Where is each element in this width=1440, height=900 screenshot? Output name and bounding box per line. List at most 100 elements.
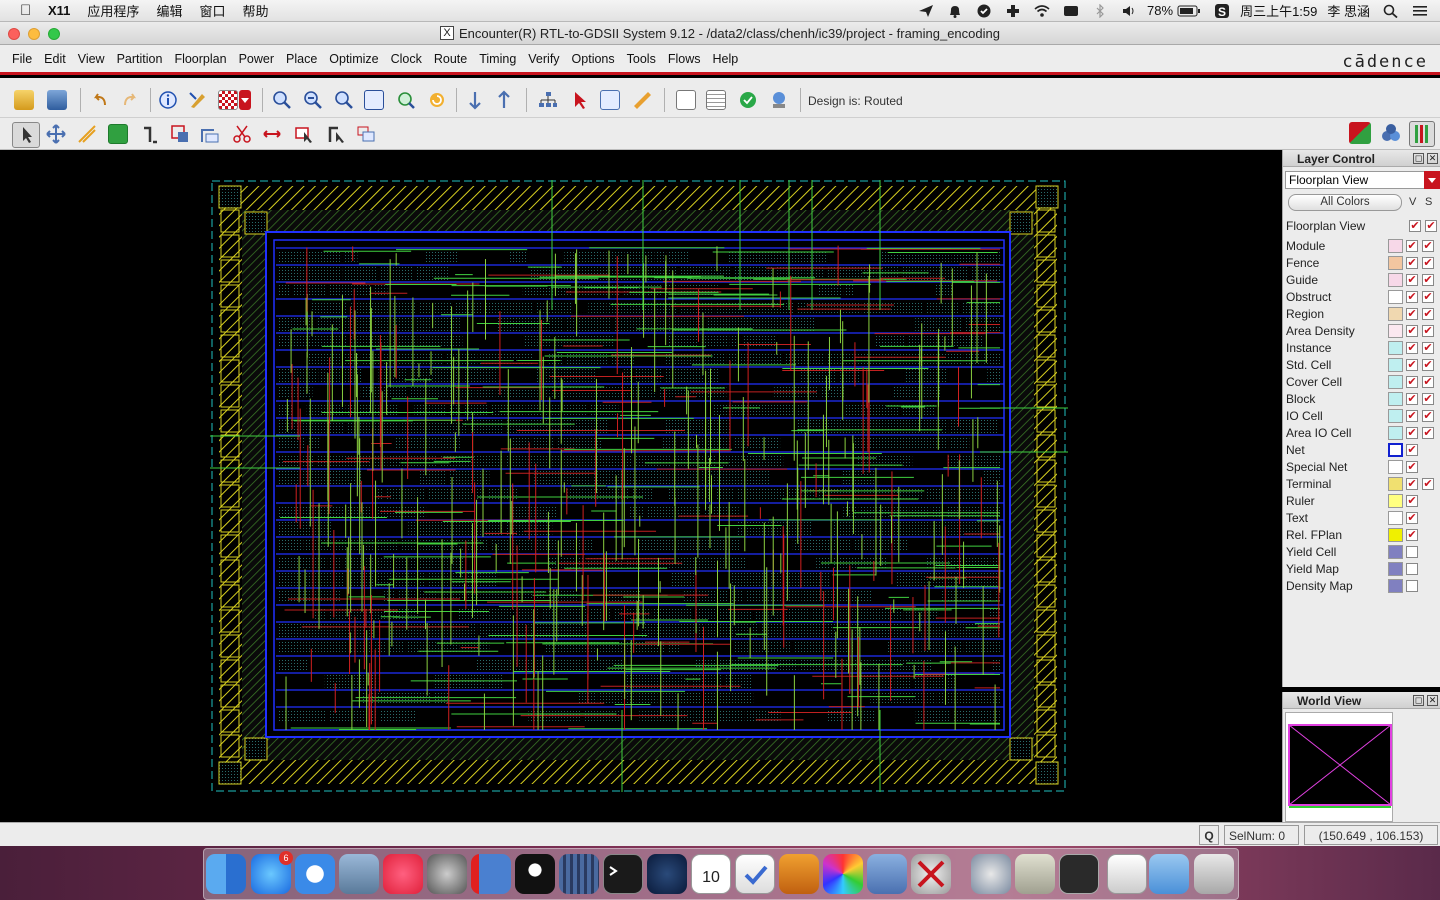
layer-color-swatch[interactable]: [1388, 562, 1403, 576]
floorplan-view-icon[interactable]: [1349, 122, 1371, 144]
clipboard-icon[interactable]: [676, 90, 696, 110]
layer-color-swatch[interactable]: [1388, 511, 1403, 525]
menu-partition[interactable]: Partition: [117, 52, 163, 66]
split-icon[interactable]: [262, 124, 282, 144]
system-preferences-icon[interactable]: [427, 854, 467, 894]
layer-group-visible-checkbox[interactable]: ✔: [1409, 220, 1421, 232]
layer-row[interactable]: Net ✔: [1286, 442, 1438, 459]
layer-color-swatch[interactable]: [1388, 528, 1403, 542]
resize-icon[interactable]: [200, 124, 220, 144]
pen-select-icon[interactable]: [188, 90, 208, 110]
layer-visible-checkbox[interactable]: ✔: [1406, 478, 1418, 490]
wifi-icon[interactable]: [1034, 4, 1050, 18]
notification-center-icon[interactable]: [1412, 4, 1428, 18]
layer-row[interactable]: Cover Cell ✔ ✔: [1286, 374, 1438, 391]
window-close-button[interactable]: [8, 28, 20, 40]
color-pattern-icon[interactable]: [218, 90, 238, 110]
layer-row[interactable]: Density Map: [1286, 578, 1438, 595]
menu-verify[interactable]: Verify: [528, 52, 559, 66]
layer-row[interactable]: Instance ✔ ✔: [1286, 340, 1438, 357]
layer-visible-checkbox[interactable]: ✔: [1406, 410, 1418, 422]
layer-row[interactable]: Std. Cell ✔ ✔: [1286, 357, 1438, 374]
screen-recorder-icon[interactable]: [1059, 854, 1099, 894]
layer-row[interactable]: Obstruct ✔ ✔: [1286, 289, 1438, 306]
layer-visible-checkbox[interactable]: ✔: [1406, 427, 1418, 439]
layer-color-swatch[interactable]: [1388, 443, 1403, 457]
layer-color-swatch[interactable]: [1388, 324, 1403, 338]
finder-icon[interactable]: [206, 854, 246, 894]
menu-clock[interactable]: Clock: [391, 52, 422, 66]
layer-selectable-checkbox[interactable]: ✔: [1422, 478, 1434, 490]
check-circle-icon[interactable]: [976, 4, 992, 18]
zoom-previous-icon[interactable]: [396, 90, 416, 110]
layer-visible-checkbox[interactable]: ✔: [1406, 512, 1418, 524]
menu-view[interactable]: View: [78, 52, 105, 66]
layer-visible-checkbox[interactable]: ✔: [1406, 257, 1418, 269]
layer-visible-checkbox[interactable]: ✔: [1406, 376, 1418, 388]
spotlight-search-icon[interactable]: [1383, 4, 1399, 18]
archive-icon[interactable]: [1015, 854, 1055, 894]
volume-icon[interactable]: [1121, 4, 1137, 18]
qq-icon[interactable]: [515, 854, 555, 894]
x11-icon[interactable]: [911, 854, 951, 894]
pin-editor-icon[interactable]: [108, 124, 128, 144]
layer-color-swatch[interactable]: [1388, 239, 1403, 253]
calendar-icon[interactable]: 10: [691, 854, 731, 894]
layer-color-swatch[interactable]: [1388, 392, 1403, 406]
layer-selectable-checkbox[interactable]: ✔: [1422, 376, 1434, 388]
layer-selectable-checkbox[interactable]: ✔: [1422, 291, 1434, 303]
stretch-icon[interactable]: [140, 124, 160, 144]
layer-visible-checkbox[interactable]: ✔: [1406, 444, 1418, 456]
layer-row[interactable]: Fence ✔ ✔: [1286, 255, 1438, 272]
close-icon[interactable]: ✕: [1427, 153, 1438, 164]
trash-icon[interactable]: [1194, 854, 1234, 894]
undock-icon[interactable]: ◻: [1413, 695, 1424, 706]
app-store-icon[interactable]: 6: [251, 851, 293, 894]
menubar-item-window[interactable]: 窗口: [199, 1, 225, 20]
close-icon[interactable]: ✕: [1427, 695, 1438, 706]
layer-visible-checkbox[interactable]: [1406, 580, 1418, 592]
menu-help[interactable]: Help: [712, 52, 738, 66]
ruler-icon[interactable]: [632, 90, 652, 110]
menu-timing[interactable]: Timing: [479, 52, 516, 66]
window-zoom-button[interactable]: [48, 28, 60, 40]
wire-select-icon[interactable]: [326, 124, 346, 144]
layer-group-selectable-checkbox[interactable]: ✔: [1425, 220, 1437, 232]
hierarchy-up-icon[interactable]: [494, 90, 514, 110]
world-view-canvas[interactable]: [1285, 712, 1393, 822]
library-icon[interactable]: [559, 854, 599, 894]
window-minimize-button[interactable]: [28, 28, 40, 40]
layer-visible-checkbox[interactable]: ✔: [1406, 495, 1418, 507]
layer-visible-checkbox[interactable]: ✔: [1406, 325, 1418, 337]
sogou-input-icon[interactable]: S: [1214, 3, 1230, 19]
fit-view-icon[interactable]: [364, 90, 384, 110]
downloads-folder-icon[interactable]: [1149, 854, 1189, 894]
move-icon[interactable]: [46, 124, 66, 144]
layer-selectable-checkbox[interactable]: ✔: [1422, 427, 1434, 439]
layer-color-swatch[interactable]: [1388, 273, 1403, 287]
layer-selectable-checkbox[interactable]: ✔: [1422, 342, 1434, 354]
window-layout-icon[interactable]: [600, 90, 620, 110]
layer-color-swatch[interactable]: [1388, 426, 1403, 440]
layer-selectable-checkbox[interactable]: ✔: [1422, 325, 1434, 337]
layer-visible-checkbox[interactable]: ✔: [1406, 529, 1418, 541]
plus-cross-icon[interactable]: [1005, 4, 1021, 18]
group-select-icon[interactable]: [356, 124, 376, 144]
layer-visible-checkbox[interactable]: [1406, 563, 1418, 575]
menubar-item-edit[interactable]: 编辑: [156, 1, 182, 20]
layer-row[interactable]: Region ✔ ✔: [1286, 306, 1438, 323]
menu-optimize[interactable]: Optimize: [329, 52, 378, 66]
menu-place[interactable]: Place: [286, 52, 317, 66]
query-button[interactable]: Q: [1199, 825, 1219, 845]
undo-icon[interactable]: [90, 90, 110, 110]
layer-row[interactable]: Terminal ✔ ✔: [1286, 476, 1438, 493]
zoom-in-icon[interactable]: [272, 90, 292, 110]
dropdown-arrow-icon[interactable]: [1424, 171, 1440, 189]
layer-row[interactable]: Text ✔: [1286, 510, 1438, 527]
design-browser-icon[interactable]: [538, 90, 558, 110]
layer-visible-checkbox[interactable]: ✔: [1406, 308, 1418, 320]
photos-icon[interactable]: [823, 854, 863, 894]
layer-selectable-checkbox[interactable]: ✔: [1422, 393, 1434, 405]
layer-color-swatch[interactable]: [1388, 579, 1403, 593]
document-icon[interactable]: [1107, 854, 1147, 894]
